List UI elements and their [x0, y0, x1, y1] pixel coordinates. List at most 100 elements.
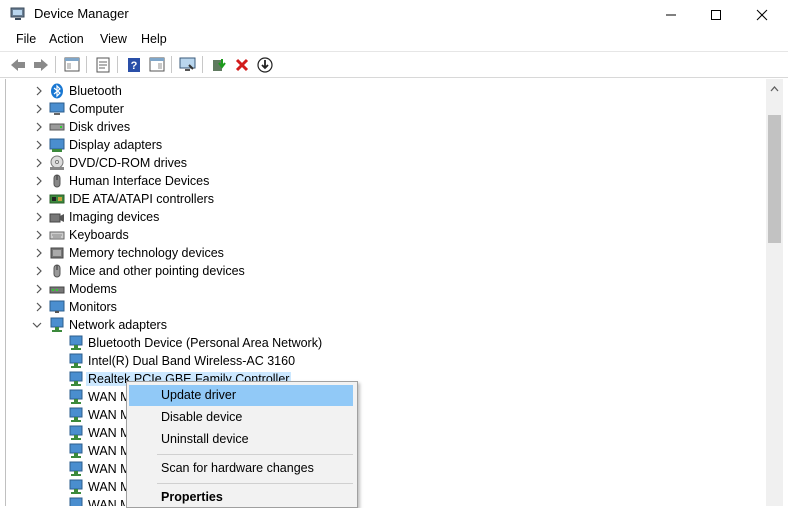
toolbar-separator: [171, 56, 172, 73]
chevron-right-icon[interactable]: [34, 104, 44, 114]
camera-icon: [49, 213, 64, 223]
tree-item-dvd-cdrom[interactable]: DVD/CD-ROM drives: [6, 154, 766, 172]
tree-item-label: Memory technology devices: [69, 246, 224, 260]
chevron-right-icon[interactable]: [34, 176, 44, 186]
minimize-button[interactable]: [648, 0, 694, 29]
chevron-right-icon[interactable]: [34, 122, 44, 132]
chevron-down-icon[interactable]: [32, 320, 42, 330]
tree-item-label: Bluetooth: [69, 84, 122, 98]
monitor-icon: [49, 300, 65, 313]
hid-icon: [53, 174, 61, 188]
tree-item-network-adapters[interactable]: Network adapters: [6, 316, 766, 334]
action-pane-button[interactable]: [147, 55, 166, 74]
network-device-item[interactable]: Intel(R) Dual Band Wireless-AC 3160: [6, 352, 766, 370]
network-device-item[interactable]: WAN M: [6, 478, 766, 496]
network-device-item[interactable]: WAN M: [6, 442, 766, 460]
network-adapter-icon: [69, 407, 83, 422]
tree-item-modems[interactable]: Modems: [6, 280, 766, 298]
toolbar-separator: [202, 56, 203, 73]
network-device-item[interactable]: Bluetooth Device (Personal Area Network): [6, 334, 766, 352]
download-button[interactable]: [255, 55, 274, 74]
chevron-right-icon[interactable]: [34, 212, 44, 222]
device-label: WAN M: [88, 498, 131, 506]
menu-file[interactable]: File: [14, 32, 38, 46]
network-adapter-icon: [69, 371, 83, 386]
scan-hardware-menu-item[interactable]: Scan for hardware changes: [129, 458, 353, 479]
update-driver-icon: [212, 58, 226, 71]
memory-icon: [50, 247, 64, 259]
network-device-item-selected[interactable]: Realtek PCIe GBE Family Controller: [6, 370, 766, 388]
tree-item-bluetooth[interactable]: Bluetooth: [6, 82, 766, 100]
scroll-up-icon[interactable]: [770, 86, 779, 92]
uninstall-icon: [235, 58, 248, 71]
scan-hardware-icon: [179, 57, 195, 71]
chevron-right-icon[interactable]: [34, 284, 44, 294]
tree-item-label: IDE ATA/ATAPI controllers: [69, 192, 214, 206]
show-hide-tree-button[interactable]: [62, 55, 81, 74]
forward-button[interactable]: [31, 55, 50, 74]
maximize-button[interactable]: [693, 0, 739, 29]
chevron-right-icon[interactable]: [34, 194, 44, 204]
help-icon: ?: [127, 57, 140, 72]
menu-help[interactable]: Help: [139, 32, 169, 46]
menu-action[interactable]: Action: [47, 32, 86, 46]
tree-item-display-adapters[interactable]: Display adapters: [6, 136, 766, 154]
network-adapter-icon: [69, 353, 83, 368]
network-adapter-icon: [69, 443, 83, 458]
network-device-item[interactable]: WAN M: [6, 460, 766, 478]
svg-text:?: ?: [130, 60, 137, 72]
tree-item-label: Imaging devices: [69, 210, 160, 224]
chevron-right-icon[interactable]: [34, 86, 44, 96]
tree-item-imaging-devices[interactable]: Imaging devices: [6, 208, 766, 226]
chevron-right-icon[interactable]: [34, 140, 44, 150]
scan-hardware-button[interactable]: [178, 55, 197, 74]
chevron-right-icon[interactable]: [34, 230, 44, 240]
update-driver-button[interactable]: [209, 55, 228, 74]
tree-item-computer[interactable]: Computer: [6, 100, 766, 118]
device-label: Bluetooth Device (Personal Area Network): [88, 336, 323, 350]
uninstall-device-menu-item[interactable]: Uninstall device: [129, 429, 353, 450]
scrollbar-thumb[interactable]: [768, 115, 781, 243]
network-device-item[interactable]: WAN M: [6, 424, 766, 442]
toolbar-separator: [117, 56, 118, 73]
properties-icon: [96, 57, 109, 72]
tree-item-label: Human Interface Devices: [69, 174, 210, 188]
tree-item-monitors[interactable]: Monitors: [6, 298, 766, 316]
chevron-right-icon[interactable]: [34, 302, 44, 312]
tree-item-mice[interactable]: Mice and other pointing devices: [6, 262, 766, 280]
properties-button[interactable]: [93, 55, 112, 74]
update-driver-menu-item[interactable]: Update driver: [129, 385, 353, 406]
toolbar-separator: [86, 56, 87, 73]
chevron-right-icon[interactable]: [34, 158, 44, 168]
menu-view[interactable]: View: [98, 32, 129, 46]
tree-item-memory-technology[interactable]: Memory technology devices: [6, 244, 766, 262]
tree-item-hid[interactable]: Human Interface Devices: [6, 172, 766, 190]
context-menu: Update driver Disable device Uninstall d…: [126, 381, 358, 508]
chevron-right-icon[interactable]: [34, 266, 44, 276]
help-button[interactable]: ?: [124, 55, 143, 74]
chevron-right-icon[interactable]: [34, 248, 44, 258]
tree-item-ide-controllers[interactable]: IDE ATA/ATAPI controllers: [6, 190, 766, 208]
back-icon: [10, 58, 25, 71]
network-device-item[interactable]: WAN M: [6, 388, 766, 406]
tree-item-keyboards[interactable]: Keyboards: [6, 226, 766, 244]
forward-icon: [33, 58, 48, 71]
device-label: WAN M: [88, 480, 131, 494]
tree-item-label: Mice and other pointing devices: [69, 264, 245, 278]
tree-item-disk-drives[interactable]: Disk drives: [6, 118, 766, 136]
uninstall-button[interactable]: [232, 55, 251, 74]
network-device-item[interactable]: WAN M: [6, 406, 766, 424]
device-label: WAN M: [88, 444, 131, 458]
network-adapter-icon: [69, 461, 83, 476]
properties-menu-item[interactable]: Properties: [129, 487, 353, 508]
back-button[interactable]: [8, 55, 27, 74]
tree-item-label: Modems: [69, 282, 117, 296]
network-device-item[interactable]: WAN M: [6, 496, 766, 506]
toolbar-separator: [55, 56, 56, 73]
disable-device-menu-item[interactable]: Disable device: [129, 407, 353, 428]
display-adapter-icon: [49, 138, 65, 152]
ide-controller-icon: [49, 194, 65, 204]
vertical-scrollbar[interactable]: [766, 79, 783, 506]
menu-item-label: Scan for hardware changes: [161, 461, 314, 475]
close-button[interactable]: [739, 0, 785, 29]
